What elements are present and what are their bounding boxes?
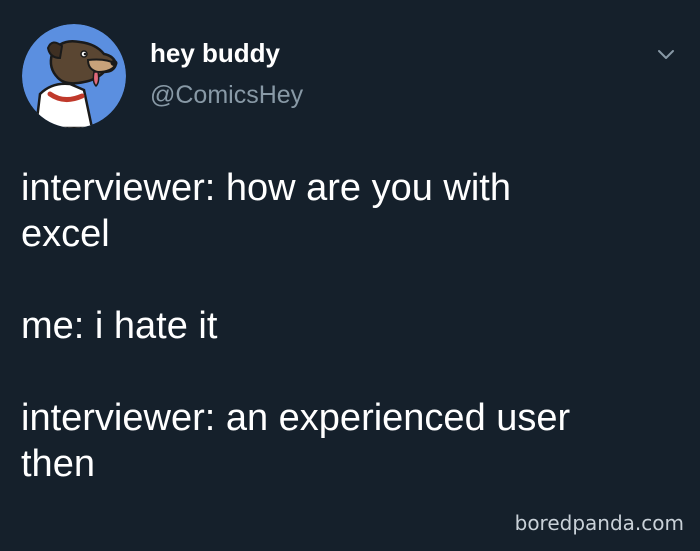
chevron-down-icon[interactable] (654, 42, 678, 66)
avatar[interactable] (22, 24, 126, 128)
watermark: boredpanda.com (514, 511, 684, 535)
author-names: hey buddy @ComicsHey (150, 38, 303, 110)
tweet-header: hey buddy @ComicsHey (22, 24, 678, 128)
tweet-card: hey buddy @ComicsHey interviewer: how ar… (0, 0, 700, 551)
tweet-text: interviewer: how are you with excel me: … (21, 165, 681, 487)
display-name[interactable]: hey buddy (150, 38, 303, 68)
tweet-paragraph: me: i hate it (21, 305, 218, 347)
tweet-paragraph: interviewer: how are you with excel (21, 167, 511, 255)
tweet-paragraph: interviewer: an experienced user then (21, 397, 571, 485)
user-handle[interactable]: @ComicsHey (150, 80, 303, 110)
